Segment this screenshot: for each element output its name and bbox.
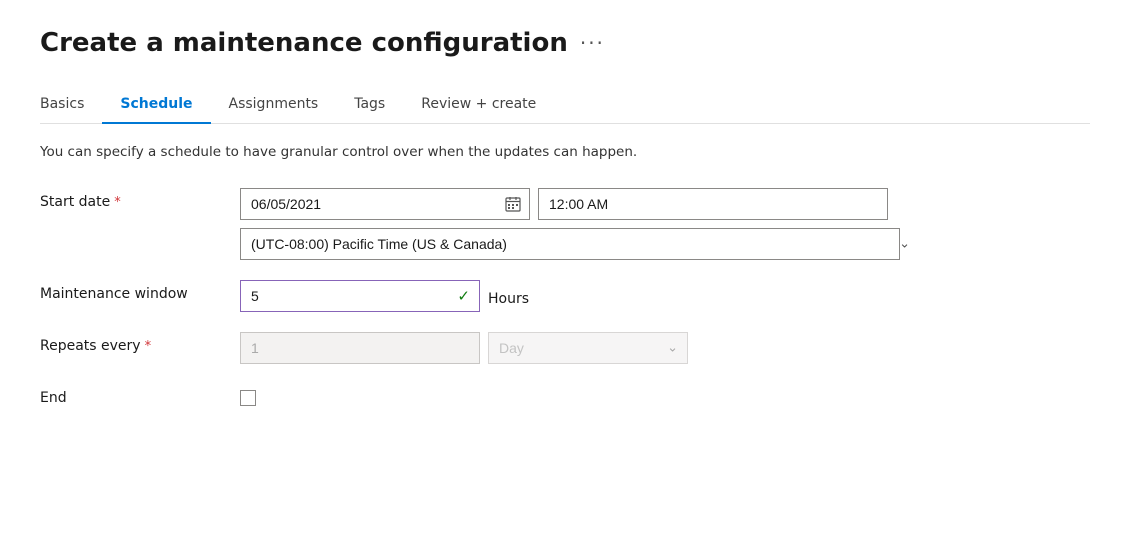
date-input[interactable] — [241, 191, 497, 217]
repeats-every-row: Repeats every * Day Week Month ⌄ — [40, 332, 1090, 364]
hours-label: Hours — [488, 286, 529, 307]
maintenance-window-label: Maintenance window — [40, 280, 220, 302]
timezone-select[interactable]: (UTC-08:00) Pacific Time (US & Canada) (… — [240, 228, 900, 260]
maintenance-window-controls: ✓ Hours — [240, 280, 920, 312]
maintenance-window-row: Maintenance window ✓ Hours — [40, 280, 1090, 312]
tab-schedule[interactable]: Schedule — [102, 86, 210, 124]
end-checkbox[interactable] — [240, 390, 256, 406]
time-input[interactable] — [538, 188, 888, 220]
tab-assignments[interactable]: Assignments — [211, 86, 337, 124]
start-date-required: * — [114, 195, 121, 210]
timezone-wrapper: (UTC-08:00) Pacific Time (US & Canada) (… — [240, 228, 920, 260]
timezone-chevron-icon: ⌄ — [899, 237, 910, 252]
more-options-icon[interactable]: ··· — [580, 31, 605, 55]
repeats-every-required: * — [145, 339, 152, 354]
repeats-period-wrapper: Day Week Month ⌄ — [488, 332, 688, 364]
date-input-wrapper — [240, 188, 530, 220]
repeats-every-input[interactable] — [240, 332, 480, 364]
tab-review-create[interactable]: Review + create — [403, 86, 554, 124]
tab-nav: Basics Schedule Assignments Tags Review … — [40, 86, 1090, 124]
start-date-label-text: Start date — [40, 194, 110, 210]
calendar-icon-button[interactable] — [497, 189, 529, 219]
schedule-description: You can specify a schedule to have granu… — [40, 144, 1090, 160]
end-row: End — [40, 384, 1090, 406]
start-date-label: Start date * — [40, 188, 220, 210]
start-date-row: Start date * — [40, 188, 1090, 260]
tab-tags[interactable]: Tags — [336, 86, 403, 124]
repeats-every-controls: Day Week Month ⌄ — [240, 332, 920, 364]
end-controls — [240, 384, 920, 406]
start-date-controls: (UTC-08:00) Pacific Time (US & Canada) (… — [240, 188, 920, 260]
repeats-every-label: Repeats every * — [40, 332, 220, 354]
schedule-form: Start date * — [40, 188, 1090, 406]
maintenance-window-input-row: ✓ Hours — [240, 280, 920, 312]
maintenance-input-wrapper: ✓ — [240, 280, 480, 312]
start-date-time-row — [240, 188, 920, 220]
calendar-icon — [505, 196, 521, 212]
page-title: Create a maintenance configuration — [40, 28, 568, 58]
maintenance-window-label-text: Maintenance window — [40, 286, 188, 302]
end-label-text: End — [40, 390, 67, 406]
maintenance-window-input[interactable] — [240, 280, 480, 312]
end-label: End — [40, 384, 220, 406]
repeats-period-select[interactable]: Day Week Month — [488, 332, 688, 364]
tab-basics[interactable]: Basics — [40, 86, 102, 124]
repeats-every-label-text: Repeats every — [40, 338, 141, 354]
repeats-every-input-row: Day Week Month ⌄ — [240, 332, 920, 364]
